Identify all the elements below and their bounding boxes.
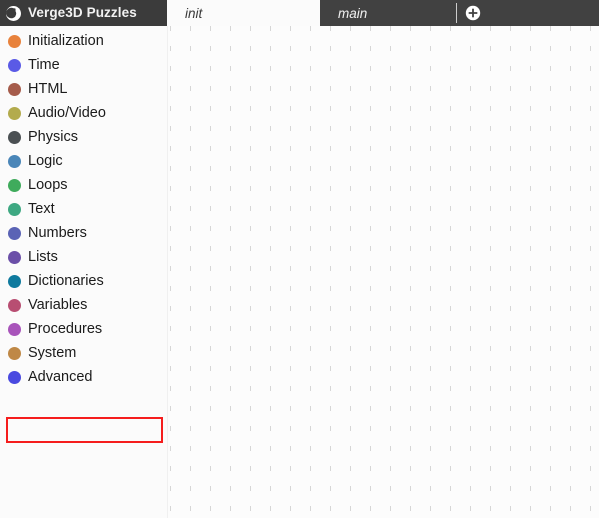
puzzles-editor-window: Verge3D Puzzles init main Initialization… bbox=[0, 0, 599, 518]
category-dot-icon bbox=[8, 154, 21, 168]
tab-main-label: main bbox=[338, 5, 368, 21]
sidebar-item-initialization[interactable]: Initialization bbox=[0, 29, 167, 53]
sidebar-item-label: Text bbox=[28, 200, 55, 217]
top-bar-filler bbox=[489, 0, 599, 26]
sidebar-item-audio-video[interactable]: Audio/Video bbox=[0, 101, 167, 125]
sidebar-item-label: Audio/Video bbox=[28, 104, 106, 121]
sidebar-item-label: Logic bbox=[28, 152, 63, 169]
blockly-workspace-canvas[interactable] bbox=[167, 26, 599, 518]
sidebar-item-label: Numbers bbox=[28, 224, 87, 241]
red-highlight-box bbox=[6, 417, 163, 443]
category-dot-icon bbox=[8, 370, 21, 384]
sidebar-item-dictionaries[interactable]: Dictionaries bbox=[0, 269, 167, 293]
top-bar: Verge3D Puzzles init main bbox=[0, 0, 599, 26]
category-dot-icon bbox=[8, 34, 21, 48]
category-dot-icon bbox=[8, 250, 21, 264]
sidebar-item-label: Advanced bbox=[28, 368, 93, 385]
toolbox-sidebar: Initialization Time HTML Audio/Video Physics… bbox=[0, 26, 167, 518]
category-dot-icon bbox=[8, 202, 21, 216]
verge3d-puzzles-logo-icon bbox=[5, 5, 22, 22]
brand-area: Verge3D Puzzles bbox=[0, 0, 167, 26]
sidebar-item-logic[interactable]: Logic bbox=[0, 149, 167, 173]
brand-title: Verge3D Puzzles bbox=[28, 5, 137, 20]
category-dot-icon bbox=[8, 130, 21, 144]
sidebar-item-label: Procedures bbox=[28, 320, 103, 337]
tab-main[interactable]: main bbox=[320, 0, 456, 26]
sidebar-item-system[interactable]: System bbox=[0, 341, 167, 365]
category-dot-icon bbox=[8, 106, 21, 120]
add-tab-button[interactable] bbox=[457, 0, 489, 26]
category-dot-icon bbox=[8, 226, 21, 240]
sidebar-item-label: System bbox=[28, 344, 77, 361]
sidebar-item-label: Physics bbox=[28, 128, 78, 145]
sidebar-item-time[interactable]: Time bbox=[0, 53, 167, 77]
sidebar-item-physics[interactable]: Physics bbox=[0, 125, 167, 149]
category-dot-icon bbox=[8, 178, 21, 192]
category-dot-icon bbox=[8, 82, 21, 96]
sidebar-item-label: Time bbox=[28, 56, 60, 73]
category-dot-icon bbox=[8, 274, 21, 288]
category-dot-icon bbox=[8, 58, 21, 72]
sidebar-item-html[interactable]: HTML bbox=[0, 77, 167, 101]
tab-init[interactable]: init bbox=[167, 0, 320, 26]
workspace-grid bbox=[167, 26, 599, 518]
tab-init-label: init bbox=[185, 5, 203, 21]
plus-circle-icon bbox=[465, 5, 481, 21]
sidebar-item-loops[interactable]: Loops bbox=[0, 173, 167, 197]
category-dot-icon bbox=[8, 346, 21, 360]
sidebar-item-text[interactable]: Text bbox=[0, 197, 167, 221]
sidebar-item-label: Lists bbox=[28, 248, 58, 265]
category-dot-icon bbox=[8, 322, 21, 336]
sidebar-item-label: Initialization bbox=[28, 32, 104, 49]
sidebar-item-procedures[interactable]: Procedures bbox=[0, 317, 167, 341]
sidebar-item-label: Variables bbox=[28, 296, 88, 313]
sidebar-item-lists[interactable]: Lists bbox=[0, 245, 167, 269]
sidebar-item-label: Dictionaries bbox=[28, 272, 104, 289]
sidebar-item-label: Loops bbox=[28, 176, 68, 193]
sidebar-item-advanced[interactable]: Advanced bbox=[0, 365, 167, 389]
sidebar-item-label: HTML bbox=[28, 80, 68, 97]
sidebar-item-variables[interactable]: Variables bbox=[0, 293, 167, 317]
sidebar-item-numbers[interactable]: Numbers bbox=[0, 221, 167, 245]
category-dot-icon bbox=[8, 298, 21, 312]
